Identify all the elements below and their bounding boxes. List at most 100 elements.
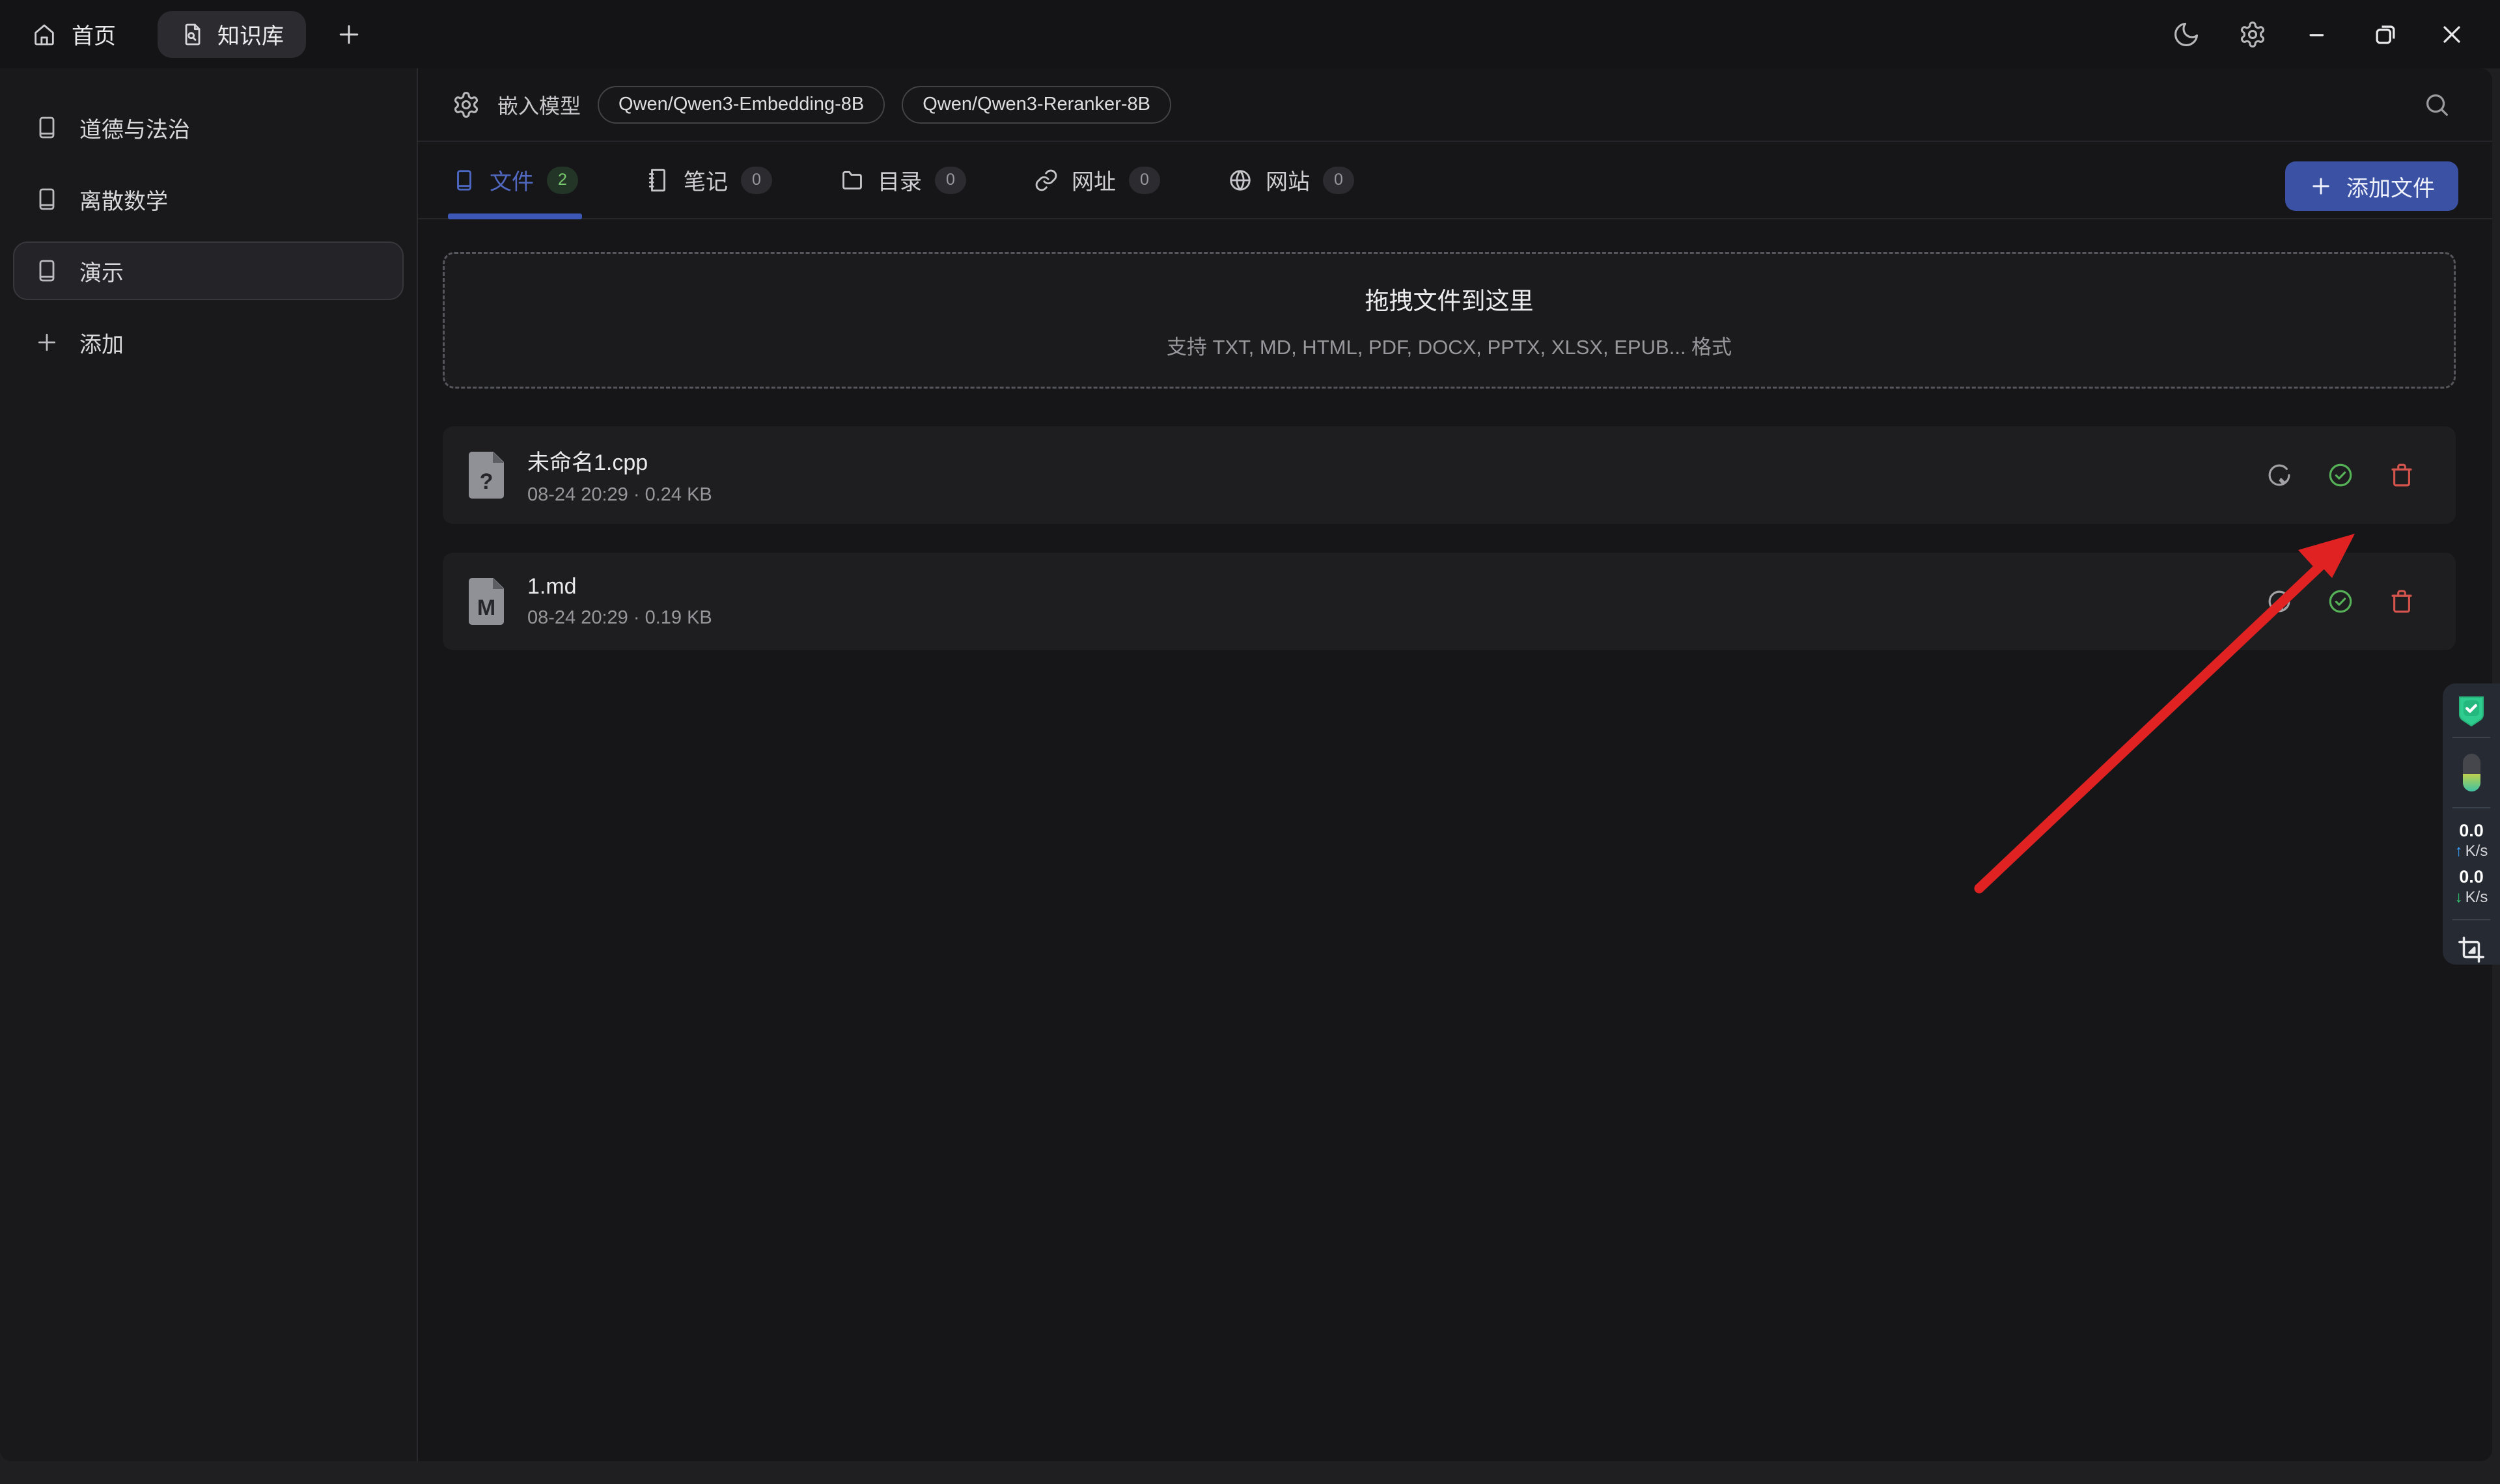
upload-speed-value: 0.0: [2459, 820, 2484, 841]
shield-check-icon[interactable]: [2456, 694, 2487, 728]
file-row[interactable]: ? 未命名1.cpp 08-24 20:29 · 0.24 KB: [443, 426, 2456, 524]
link-icon: [1034, 168, 1059, 193]
widget-divider: [2452, 737, 2490, 738]
sidebar-add-knowledge-base[interactable]: 添加: [13, 313, 404, 372]
file-row-actions: [2266, 461, 2415, 489]
main-area: 道德与法治 离散数学 演示 添加 嵌入模型: [0, 68, 2500, 1461]
sidebar-item-label: 演示: [79, 255, 124, 287]
dropzone-title: 拖拽文件到这里: [1365, 281, 1534, 316]
folder-icon: [840, 168, 865, 193]
titlebar-controls: [2172, 20, 2500, 49]
tab-label: 目录: [878, 164, 922, 196]
content-panel: 嵌入模型 Qwen/Qwen3-Embedding-8B Qwen/Qwen3-…: [417, 68, 2492, 1461]
reprocess-icon[interactable]: [2266, 461, 2293, 489]
book-icon: [34, 186, 60, 212]
upload-speed: 0.0 ↑ K/s: [2455, 820, 2488, 861]
file-row-actions: [2266, 588, 2415, 615]
add-file-label: 添加文件: [2346, 171, 2435, 202]
home-icon: [31, 21, 57, 48]
tab-count-badge: 0: [1129, 167, 1160, 194]
tab-label: 网站: [1266, 164, 1310, 196]
desktop-monitor-widget: 0.0 ↑ K/s 0.0 ↓ K/s: [2443, 683, 2500, 965]
embed-model-label: 嵌入模型: [497, 90, 581, 120]
embedding-model-chip[interactable]: Qwen/Qwen3-Embedding-8B: [598, 86, 885, 124]
download-arrow-icon: ↓: [2455, 888, 2463, 907]
book-icon: [34, 258, 60, 284]
upload-speed-unit: K/s: [2465, 842, 2488, 861]
sidebar-item-label: 离散数学: [79, 184, 168, 215]
reranker-model-chip[interactable]: Qwen/Qwen3-Reranker-8B: [902, 86, 1171, 124]
minimize-icon[interactable]: [2305, 20, 2333, 49]
knowledge-base-sidebar: 道德与法治 离散数学 演示 添加: [0, 68, 417, 1461]
tab-urls[interactable]: 网址 0: [1034, 142, 1160, 218]
file-info: 未命名1.cpp 08-24 20:29 · 0.24 KB: [527, 445, 712, 506]
globe-icon: [1228, 168, 1253, 193]
search-icon[interactable]: [2422, 90, 2452, 120]
tab-label: 网址: [1072, 164, 1116, 196]
battery-indicator: [2463, 754, 2480, 791]
tab-sites[interactable]: 网站 0: [1228, 142, 1354, 218]
add-file-button[interactable]: 添加文件: [2285, 161, 2458, 211]
file-row[interactable]: M 1.md 08-24 20:29 · 0.19 KB: [443, 553, 2456, 650]
home-label: 首页: [72, 18, 116, 50]
embed-settings-gear-icon[interactable]: [452, 90, 480, 119]
delete-trash-icon[interactable]: [2388, 588, 2415, 615]
content-tabs: 文件 2 笔记 0 目录 0 网址: [418, 142, 2492, 219]
tab-files[interactable]: 文件 2: [452, 142, 578, 218]
download-speed-value: 0.0: [2459, 866, 2484, 887]
settings-gear-icon[interactable]: [2238, 20, 2267, 49]
maximize-restore-icon[interactable]: [2371, 20, 2400, 49]
file-info: 1.md 08-24 20:29 · 0.19 KB: [527, 574, 712, 629]
titlebar: 首页 知识库: [0, 0, 2500, 68]
tab-directory[interactable]: 目录 0: [840, 142, 966, 218]
tab-notes[interactable]: 笔记 0: [646, 142, 772, 218]
screenshot-crop-icon[interactable]: [2456, 935, 2486, 965]
close-icon[interactable]: [2438, 20, 2466, 49]
file-meta: 08-24 20:29 · 0.24 KB: [527, 484, 712, 506]
tab-label: 笔记: [684, 164, 728, 196]
file-list: ? 未命名1.cpp 08-24 20:29 · 0.24 KB: [443, 426, 2456, 650]
tab-count-badge: 0: [935, 167, 966, 194]
home-nav-button[interactable]: 首页: [31, 18, 116, 50]
dropzone-subtitle: 支持 TXT, MD, HTML, PDF, DOCX, PPTX, XLSX,…: [1167, 331, 1732, 360]
download-speed: 0.0 ↓ K/s: [2455, 866, 2488, 907]
sidebar-item-discrete-math[interactable]: 离散数学: [13, 170, 404, 228]
book-icon: [34, 115, 60, 141]
reprocess-icon[interactable]: [2266, 588, 2293, 615]
file-type-glyph: ?: [469, 469, 504, 495]
file-meta: 08-24 20:29 · 0.19 KB: [527, 607, 712, 629]
tab-count-badge: 0: [1323, 167, 1354, 194]
processed-check-icon: [2327, 461, 2354, 489]
document-search-icon: [180, 21, 206, 48]
file-type-icon: ?: [469, 452, 504, 499]
file-type-icon: M: [469, 578, 504, 625]
tab-count-badge: 2: [547, 167, 578, 194]
processed-check-icon: [2327, 588, 2354, 615]
book-icon: [452, 168, 477, 193]
widget-divider: [2452, 807, 2490, 808]
sidebar-item-demo[interactable]: 演示: [13, 241, 404, 300]
file-name: 未命名1.cpp: [527, 445, 712, 476]
new-tab-button[interactable]: [335, 20, 363, 49]
file-dropzone[interactable]: 拖拽文件到这里 支持 TXT, MD, HTML, PDF, DOCX, PPT…: [443, 252, 2456, 389]
sidebar-item-label: 道德与法治: [79, 112, 190, 144]
battery-level: [2463, 774, 2480, 791]
download-speed-unit: K/s: [2465, 888, 2488, 907]
notebook-icon: [646, 168, 671, 193]
file-type-glyph: M: [469, 596, 504, 621]
embed-model-header: 嵌入模型 Qwen/Qwen3-Embedding-8B Qwen/Qwen3-…: [418, 68, 2492, 142]
sidebar-item-ethics[interactable]: 道德与法治: [13, 98, 404, 157]
tab-label: 文件: [490, 164, 534, 196]
widget-divider: [2452, 919, 2490, 920]
upload-arrow-icon: ↑: [2455, 842, 2463, 861]
sidebar-add-label: 添加: [79, 327, 124, 359]
tab-count-badge: 0: [741, 167, 772, 194]
knowledge-tab-label: 知识库: [217, 18, 284, 50]
delete-trash-icon[interactable]: [2388, 461, 2415, 489]
plus-icon: [2309, 174, 2333, 199]
plus-icon: [34, 329, 60, 355]
tab-knowledge-base[interactable]: 知识库: [158, 11, 306, 58]
file-name: 1.md: [527, 574, 712, 599]
theme-moon-icon[interactable]: [2172, 20, 2201, 49]
files-panel: 拖拽文件到这里 支持 TXT, MD, HTML, PDF, DOCX, PPT…: [418, 219, 2492, 650]
